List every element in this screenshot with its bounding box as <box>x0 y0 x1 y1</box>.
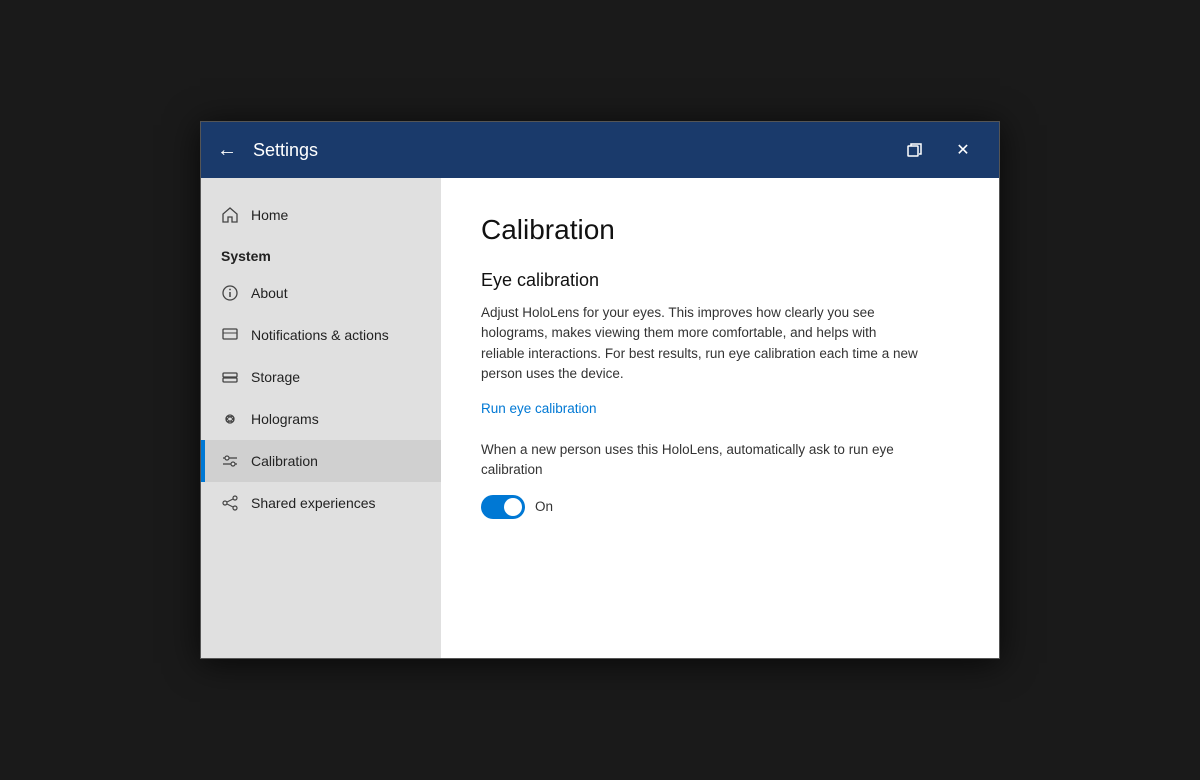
sidebar-home-label: Home <box>251 207 288 223</box>
calibration-icon <box>221 452 239 470</box>
sidebar-calibration-label: Calibration <box>251 453 318 469</box>
sidebar-item-about[interactable]: About <box>201 272 441 314</box>
sidebar-shared-label: Shared experiences <box>251 495 376 511</box>
back-button[interactable]: ← <box>217 139 237 162</box>
storage-icon <box>221 368 239 386</box>
sidebar-item-home[interactable]: Home <box>201 194 441 236</box>
shared-icon <box>221 494 239 512</box>
window-title: Settings <box>253 140 895 161</box>
sidebar: Home System About <box>201 178 441 658</box>
sidebar-about-label: About <box>251 285 288 301</box>
auto-calibration-toggle[interactable] <box>481 495 525 519</box>
auto-calibration-label: When a new person uses this HoloLens, au… <box>481 440 921 481</box>
titlebar-actions: ✕ <box>895 130 983 170</box>
sidebar-item-storage[interactable]: Storage <box>201 356 441 398</box>
sidebar-holograms-label: Holograms <box>251 411 319 427</box>
sidebar-item-shared[interactable]: Shared experiences <box>201 482 441 524</box>
home-icon <box>221 206 239 224</box>
settings-window: ← Settings ✕ Home <box>200 121 1000 659</box>
sidebar-item-holograms[interactable]: Holograms <box>201 398 441 440</box>
restore-icon <box>907 142 923 158</box>
about-icon <box>221 284 239 302</box>
holograms-icon <box>221 410 239 428</box>
description-text: Adjust HoloLens for your eyes. This impr… <box>481 303 921 384</box>
content-pane: Calibration Eye calibration Adjust HoloL… <box>441 178 999 658</box>
run-calibration-link[interactable]: Run eye calibration <box>481 401 597 416</box>
sidebar-storage-label: Storage <box>251 369 300 385</box>
sidebar-notifications-label: Notifications & actions <box>251 327 389 343</box>
main-content: Home System About <box>201 178 999 658</box>
toggle-label: On <box>535 499 553 514</box>
close-button[interactable]: ✕ <box>943 130 983 170</box>
notifications-icon <box>221 326 239 344</box>
restore-button[interactable] <box>895 130 935 170</box>
page-title: Calibration <box>481 214 959 246</box>
sidebar-section-system: System <box>201 236 441 272</box>
titlebar: ← Settings ✕ <box>201 122 999 178</box>
toggle-row: On <box>481 495 959 519</box>
section-title: Eye calibration <box>481 270 959 291</box>
toggle-track <box>481 495 525 519</box>
sidebar-item-calibration[interactable]: Calibration <box>201 440 441 482</box>
toggle-thumb <box>504 498 522 516</box>
sidebar-item-notifications[interactable]: Notifications & actions <box>201 314 441 356</box>
